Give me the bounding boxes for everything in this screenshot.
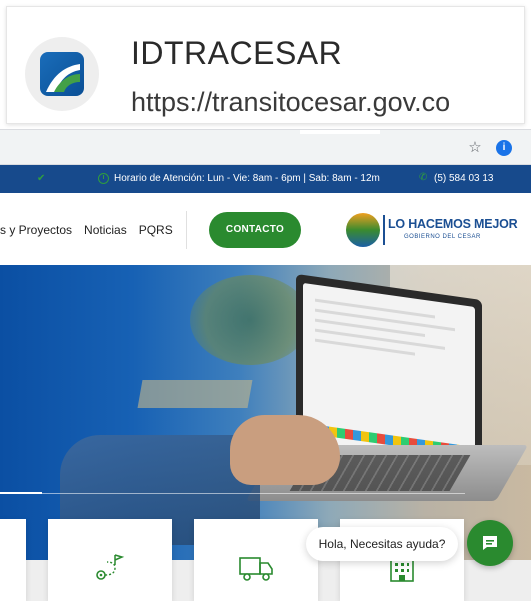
slider-progress-active — [0, 492, 42, 494]
service-card-1[interactable] — [0, 519, 26, 601]
logo-title: LO HACEMOS MEJOR — [388, 217, 518, 231]
contact-button[interactable]: CONTACTO — [209, 212, 301, 248]
page-root: IDTRACESAR https://transitocesar.gov.co … — [0, 0, 531, 601]
site-icon-circle — [25, 37, 99, 111]
government-emblem-icon — [346, 213, 380, 247]
logo-subtitle: GOBIERNO DEL CESAR — [404, 234, 481, 240]
clock-icon — [98, 173, 109, 184]
nav-links: s y Proyectos Noticias PQRS — [0, 223, 185, 237]
route-icon — [93, 553, 127, 588]
main-nav: s y Proyectos Noticias PQRS CONTACTO LO HA… — [0, 193, 531, 265]
hero-book — [137, 380, 253, 408]
browser-toolbar: ☆ i — [0, 129, 531, 165]
phone-icon: ✆ — [419, 172, 428, 183]
chat-greeting-bubble[interactable]: Hola, Necesitas ayuda? — [306, 527, 458, 561]
nav-link-pqrs[interactable]: PQRS — [139, 223, 173, 237]
logo-divider — [383, 215, 385, 245]
nav-link-proyectos[interactable]: s y Proyectos — [0, 223, 72, 237]
government-logo[interactable]: LO HACEMOS MEJOR GOBIERNO DEL CESAR — [346, 213, 518, 247]
slider-progress-track — [0, 493, 465, 494]
truck-icon — [237, 553, 275, 588]
top-info-bar: ✔ Horario de Atención: Lun - Vie: 8am - … — [0, 165, 531, 193]
hero-plant — [190, 275, 310, 365]
chat-icon — [483, 536, 497, 550]
hero-hand — [230, 415, 340, 485]
star-icon[interactable]: ☆ — [466, 139, 484, 157]
service-card-truck[interactable] — [194, 519, 318, 601]
office-hours-text: Horario de Atención: Lun - Vie: 8am - 6p… — [114, 173, 380, 184]
services-row — [0, 519, 531, 601]
service-card-route[interactable] — [48, 519, 172, 601]
site-logo-icon — [40, 52, 84, 96]
site-title: IDTRACESAR — [131, 35, 343, 71]
phone-number[interactable]: (5) 584 03 13 — [434, 173, 494, 184]
nav-divider — [186, 211, 187, 249]
browser-tab-indicator — [300, 130, 380, 134]
hero-banner — [0, 265, 531, 560]
site-info-card: IDTRACESAR https://transitocesar.gov.co — [6, 6, 525, 124]
profile-badge-icon[interactable]: i — [496, 140, 512, 156]
nav-link-noticias[interactable]: Noticias — [84, 223, 127, 237]
twitter-icon[interactable]: ✔ — [37, 173, 49, 185]
chat-open-button[interactable] — [467, 520, 513, 566]
site-url[interactable]: https://transitocesar.gov.co — [131, 87, 450, 118]
